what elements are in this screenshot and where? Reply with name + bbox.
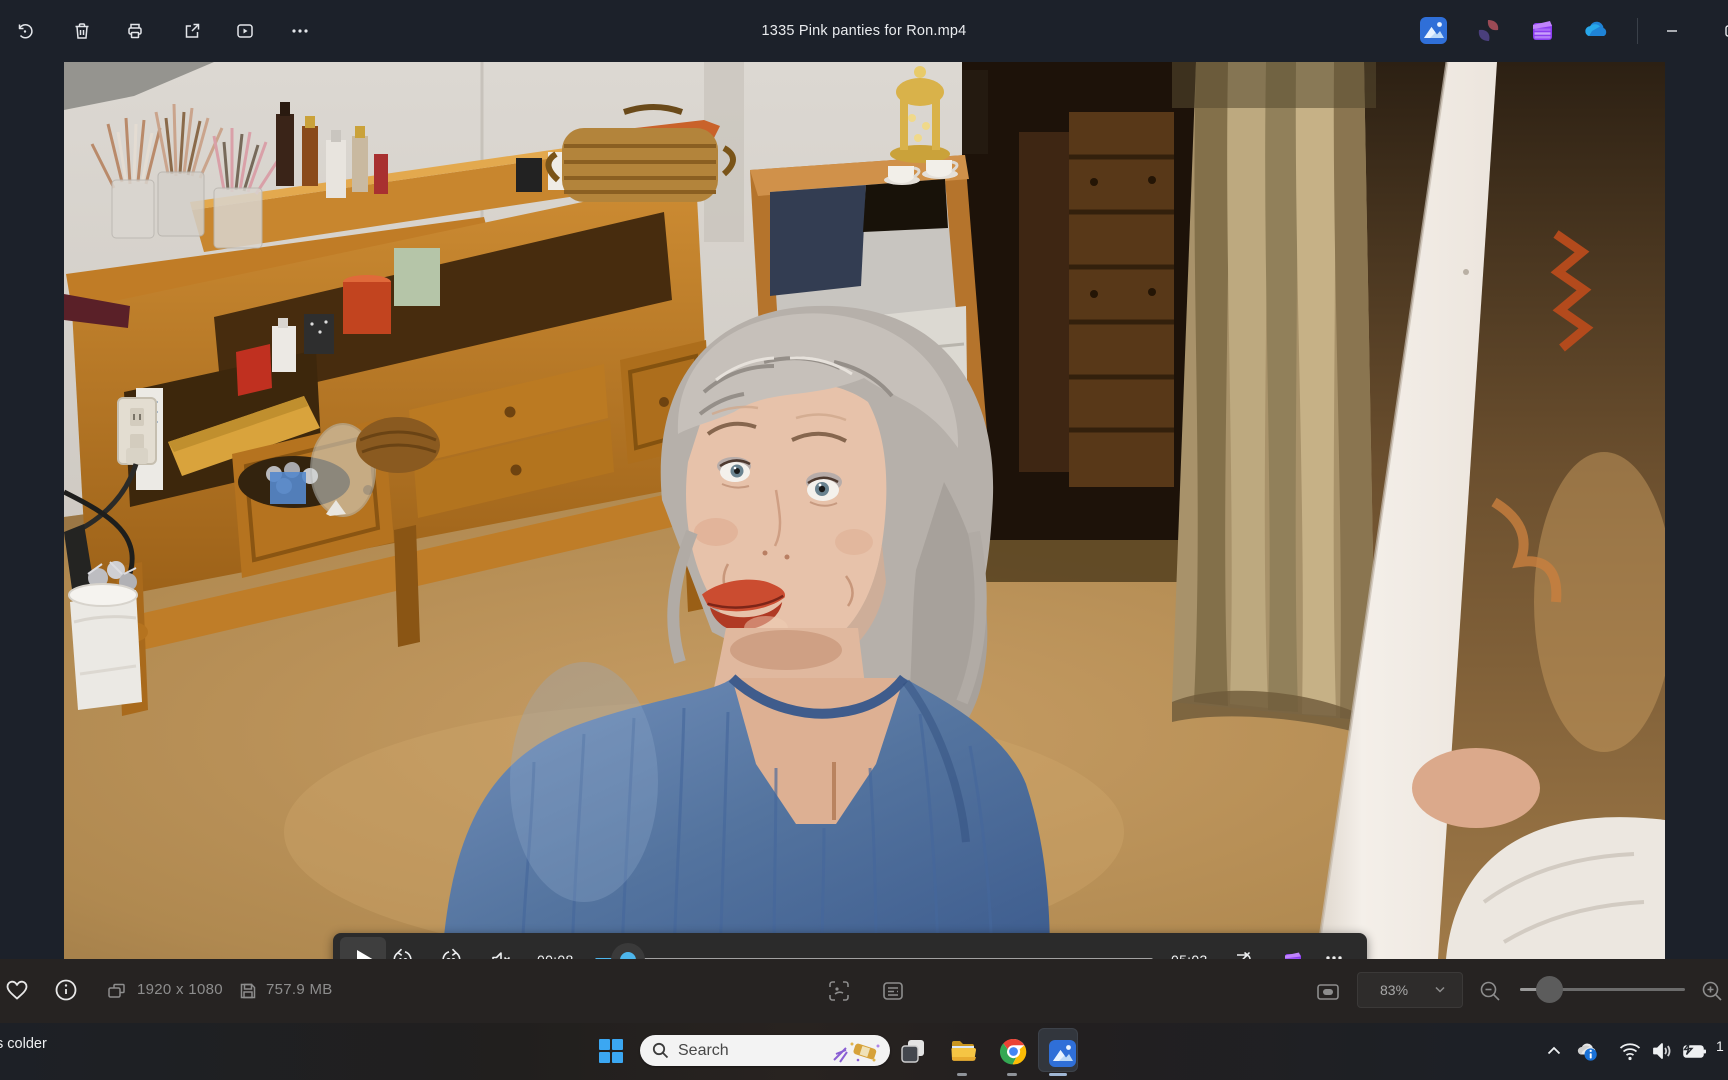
clipchamp-app-icon[interactable] [1529,17,1556,44]
photos-taskbar-active-button[interactable] [1038,1028,1078,1072]
file-explorer-icon[interactable] [946,1034,980,1068]
tray-clock-fragment[interactable]: 1 [1716,1038,1724,1054]
file-info-icon[interactable] [53,977,79,1003]
orange-tin [343,275,391,334]
photos-app-window: 1335 Pink panties for Ron.mp4 [0,0,1728,1080]
zoom-level-dropdown[interactable]: 83% [1357,972,1463,1008]
chrome-icon[interactable] [996,1034,1030,1068]
volume-icon[interactable] [1648,1037,1676,1065]
slideshow-icon[interactable] [231,17,259,45]
delete-icon[interactable] [68,17,96,45]
photos-app-icon[interactable] [1420,17,1447,44]
designer-app-icon[interactable] [1475,17,1502,44]
video-frame[interactable] [64,62,1665,959]
wifi-icon[interactable] [1616,1037,1644,1065]
onedrive-app-icon[interactable] [1582,17,1609,44]
resolution-value: 1920 x 1080 [137,981,223,998]
window-title: 1335 Pink panties for Ron.mp4 [564,0,1164,62]
chrome-running-indicator [1007,1073,1017,1076]
search-input[interactable] [678,1042,808,1060]
chevron-down-icon [1434,982,1446,998]
zoom-in-icon[interactable] [1700,979,1724,1003]
zoom-slider-thumb[interactable] [1536,976,1563,1003]
text-actions-icon[interactable] [880,978,906,1004]
share-icon[interactable] [178,17,206,45]
search-icon [652,1042,669,1059]
visual-search-icon[interactable] [826,978,852,1004]
print-icon[interactable] [121,17,149,45]
favorite-heart-icon[interactable] [4,977,30,1003]
curtain [1172,62,1376,738]
status-bar: 1920 x 1080 757.9 MB [0,959,1728,1023]
explorer-running-indicator [957,1073,967,1076]
windows-taskbar: s colder [0,1023,1728,1080]
viewer-stage: 10 30 00:08 05: [0,62,1728,959]
see-more-icon[interactable] [286,17,314,45]
tray-show-hidden-icon[interactable] [1540,1037,1568,1065]
start-button[interactable] [594,1034,628,1068]
search-highlight-art [830,1038,884,1064]
video-scene [64,62,1665,959]
task-view-button[interactable] [896,1034,930,1068]
fit-to-window-icon[interactable] [1315,979,1341,1005]
photos-active-indicator [1049,1073,1067,1076]
photos-taskbar-icon [1045,1036,1079,1070]
resolution-icon [106,981,128,1003]
title-bar: 1335 Pink panties for Ron.mp4 [0,0,1728,62]
file-size-icon [238,981,258,1001]
file-size-value: 757.9 MB [266,981,333,998]
maximize-button[interactable] [1714,14,1728,48]
zoom-out-icon[interactable] [1478,979,1502,1003]
onedrive-tray-icon[interactable] [1574,1037,1602,1065]
weather-widget-fragment[interactable]: s colder [0,1036,47,1052]
minimize-button[interactable] [1655,14,1689,48]
toolbar-divider [1637,18,1638,44]
rotate-icon[interactable] [11,17,39,45]
taskbar-search[interactable] [640,1035,890,1066]
battery-charging-icon[interactable] [1680,1037,1708,1065]
zoom-level-value: 83% [1380,982,1408,998]
